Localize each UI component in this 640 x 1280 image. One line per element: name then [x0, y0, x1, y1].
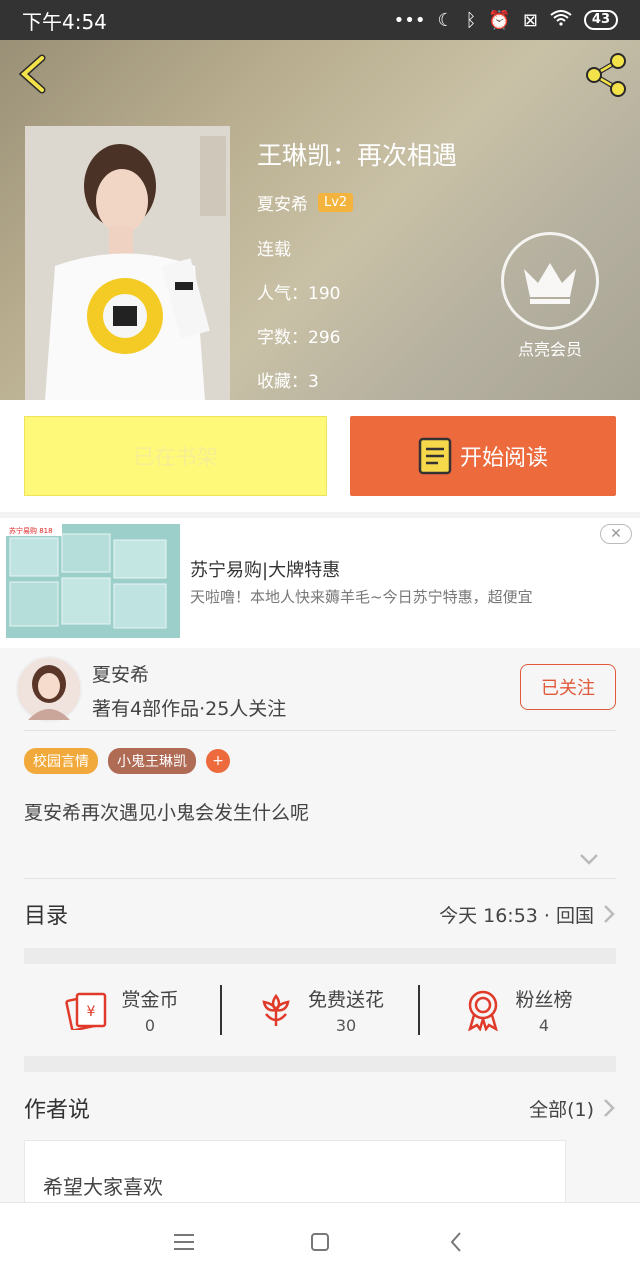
- section-separator: [24, 948, 616, 964]
- action-bar: 已在书架 开始阅读: [0, 400, 640, 512]
- share-button[interactable]: [582, 52, 630, 98]
- ad-image[interactable]: 苏宁易购 818: [6, 524, 180, 638]
- menu-icon: [174, 1233, 194, 1250]
- bluetooth-icon: ᛒ: [465, 9, 477, 31]
- tag-item[interactable]: 校园言情: [24, 748, 98, 774]
- crown-icon: [501, 232, 599, 330]
- fan-ranking-count: 4: [538, 1016, 550, 1035]
- author-says-all-label: 全部(1): [529, 1098, 594, 1121]
- medal-icon: [468, 990, 499, 1031]
- fan-ranking-label: 粉丝榜: [515, 989, 573, 1011]
- book-author-row[interactable]: 夏安希 Lv2: [257, 190, 354, 215]
- chevron-right-icon: [604, 1099, 615, 1117]
- on-shelf-label: 已在书架: [133, 445, 218, 469]
- author-says-title: 作者说: [24, 1098, 91, 1123]
- author-avatar[interactable]: [16, 656, 82, 722]
- tip-coins-count: 0: [144, 1016, 156, 1035]
- nav-back-button[interactable]: [438, 1224, 474, 1260]
- status-bar: 下午4:54 ••• ☾ ᛒ ⏰ ⊠ 43: [0, 0, 640, 40]
- book-author[interactable]: 夏安希: [257, 190, 308, 215]
- section-separator: [24, 1056, 616, 1072]
- menu-button[interactable]: [166, 1224, 202, 1260]
- start-reading-label: 开始阅读: [459, 446, 548, 471]
- book-icon: [418, 437, 452, 475]
- moon-icon: ☾: [437, 9, 454, 31]
- ad-close-button[interactable]: ✕: [600, 524, 632, 544]
- chevron-down-icon[interactable]: [578, 852, 600, 866]
- status-time: 下午4:54: [22, 9, 107, 34]
- send-flowers-button[interactable]: 免费送花 30: [220, 985, 418, 1035]
- tip-coins-label: 赏金币: [121, 989, 179, 1011]
- author-says-all-link[interactable]: 全部(1): [529, 1095, 616, 1122]
- add-tag-button[interactable]: +: [206, 749, 230, 773]
- sim-icon: ⊠: [522, 9, 538, 31]
- alarm-icon: ⏰: [488, 9, 511, 31]
- author-name[interactable]: 夏安希: [92, 660, 149, 687]
- chevron-left-icon: [18, 54, 46, 94]
- author-comment-text: 希望大家喜欢: [43, 1175, 163, 1199]
- start-reading-button[interactable]: 开始阅读: [350, 416, 616, 496]
- follow-label: 已关注: [541, 678, 595, 699]
- toc-latest[interactable]: 今天 16:53 · 回国: [439, 901, 616, 928]
- tag-list: 校园言情 小鬼王琳凯 +: [24, 748, 230, 774]
- tip-coins-button[interactable]: ¥ 赏金币 0: [24, 985, 220, 1035]
- close-icon: ✕: [610, 526, 622, 542]
- chevron-right-icon: [604, 905, 615, 923]
- book-header: 王琳凯：再次相遇 夏安希 Lv2 连载 人气：190 字数：296 收藏：3 点…: [0, 40, 640, 400]
- svg-text:¥: ¥: [87, 1004, 96, 1020]
- tag-item[interactable]: 小鬼王琳凯: [108, 748, 196, 774]
- system-nav-bar: [0, 1202, 640, 1280]
- ad-banner[interactable]: 苏宁易购 818 苏宁易购|大牌特惠 天啦噜！本地人快来薅羊毛~今日苏宁特惠，超…: [0, 512, 640, 648]
- ad-title[interactable]: 苏宁易购|大牌特惠: [190, 556, 340, 582]
- book-details: 夏安希 著有4部作品·25人关注 已关注 校园言情 小鬼王琳凯 + 夏安希再次遇…: [0, 648, 640, 1220]
- book-popularity: 人气：190: [257, 284, 341, 304]
- ad-description: 天啦噜！本地人快来薅羊毛~今日苏宁特惠，超便宜: [190, 588, 533, 606]
- level-badge: Lv2: [318, 193, 354, 212]
- home-button[interactable]: [302, 1224, 338, 1260]
- ad-brand: 苏宁易购 818: [9, 526, 53, 535]
- toc-latest-chapter: 今天 16:53 · 回国: [439, 904, 594, 927]
- wifi-icon: [550, 9, 572, 31]
- follow-button[interactable]: 已关注: [520, 664, 616, 710]
- author-stats: 著有4部作品·25人关注: [92, 698, 287, 720]
- table-of-contents-row[interactable]: 目录 今天 16:53 · 回国: [24, 880, 616, 948]
- send-flowers-count: 30: [335, 1016, 357, 1035]
- interaction-stats: ¥ 赏金币 0 免费送花 30 粉丝榜 4: [24, 964, 616, 1056]
- book-word-count: 字数：296: [257, 328, 341, 348]
- vip-button[interactable]: 点亮会员: [500, 232, 600, 360]
- status-icons: ••• ☾ ᛒ ⏰ ⊠ 43: [394, 10, 618, 31]
- home-square-icon: [311, 1232, 329, 1251]
- book-summary: 夏安希再次遇见小鬼会发生什么呢: [24, 802, 310, 824]
- back-button[interactable]: [14, 52, 54, 96]
- divider: [24, 878, 616, 879]
- back-arrow-icon: [450, 1231, 461, 1252]
- divider: [24, 730, 616, 731]
- book-title: 王琳凯：再次相遇: [257, 141, 458, 170]
- flower-icon: [262, 993, 290, 1026]
- send-flowers-label: 免费送花: [307, 989, 384, 1011]
- book-cover[interactable]: [25, 126, 230, 400]
- more-dots-icon: •••: [393, 9, 426, 31]
- book-favorites: 收藏：3: [257, 372, 319, 392]
- red-envelope-icon: ¥: [65, 992, 107, 1030]
- vip-label: 点亮会员: [517, 340, 582, 359]
- book-status: 连载: [257, 240, 291, 260]
- on-shelf-button[interactable]: 已在书架: [24, 416, 327, 496]
- share-icon: [586, 53, 626, 97]
- fan-ranking-button[interactable]: 粉丝榜 4: [418, 985, 616, 1035]
- toc-title: 目录: [24, 904, 69, 929]
- author-says-header: 作者说 全部(1): [24, 1076, 616, 1140]
- battery-icon: 43: [583, 10, 618, 30]
